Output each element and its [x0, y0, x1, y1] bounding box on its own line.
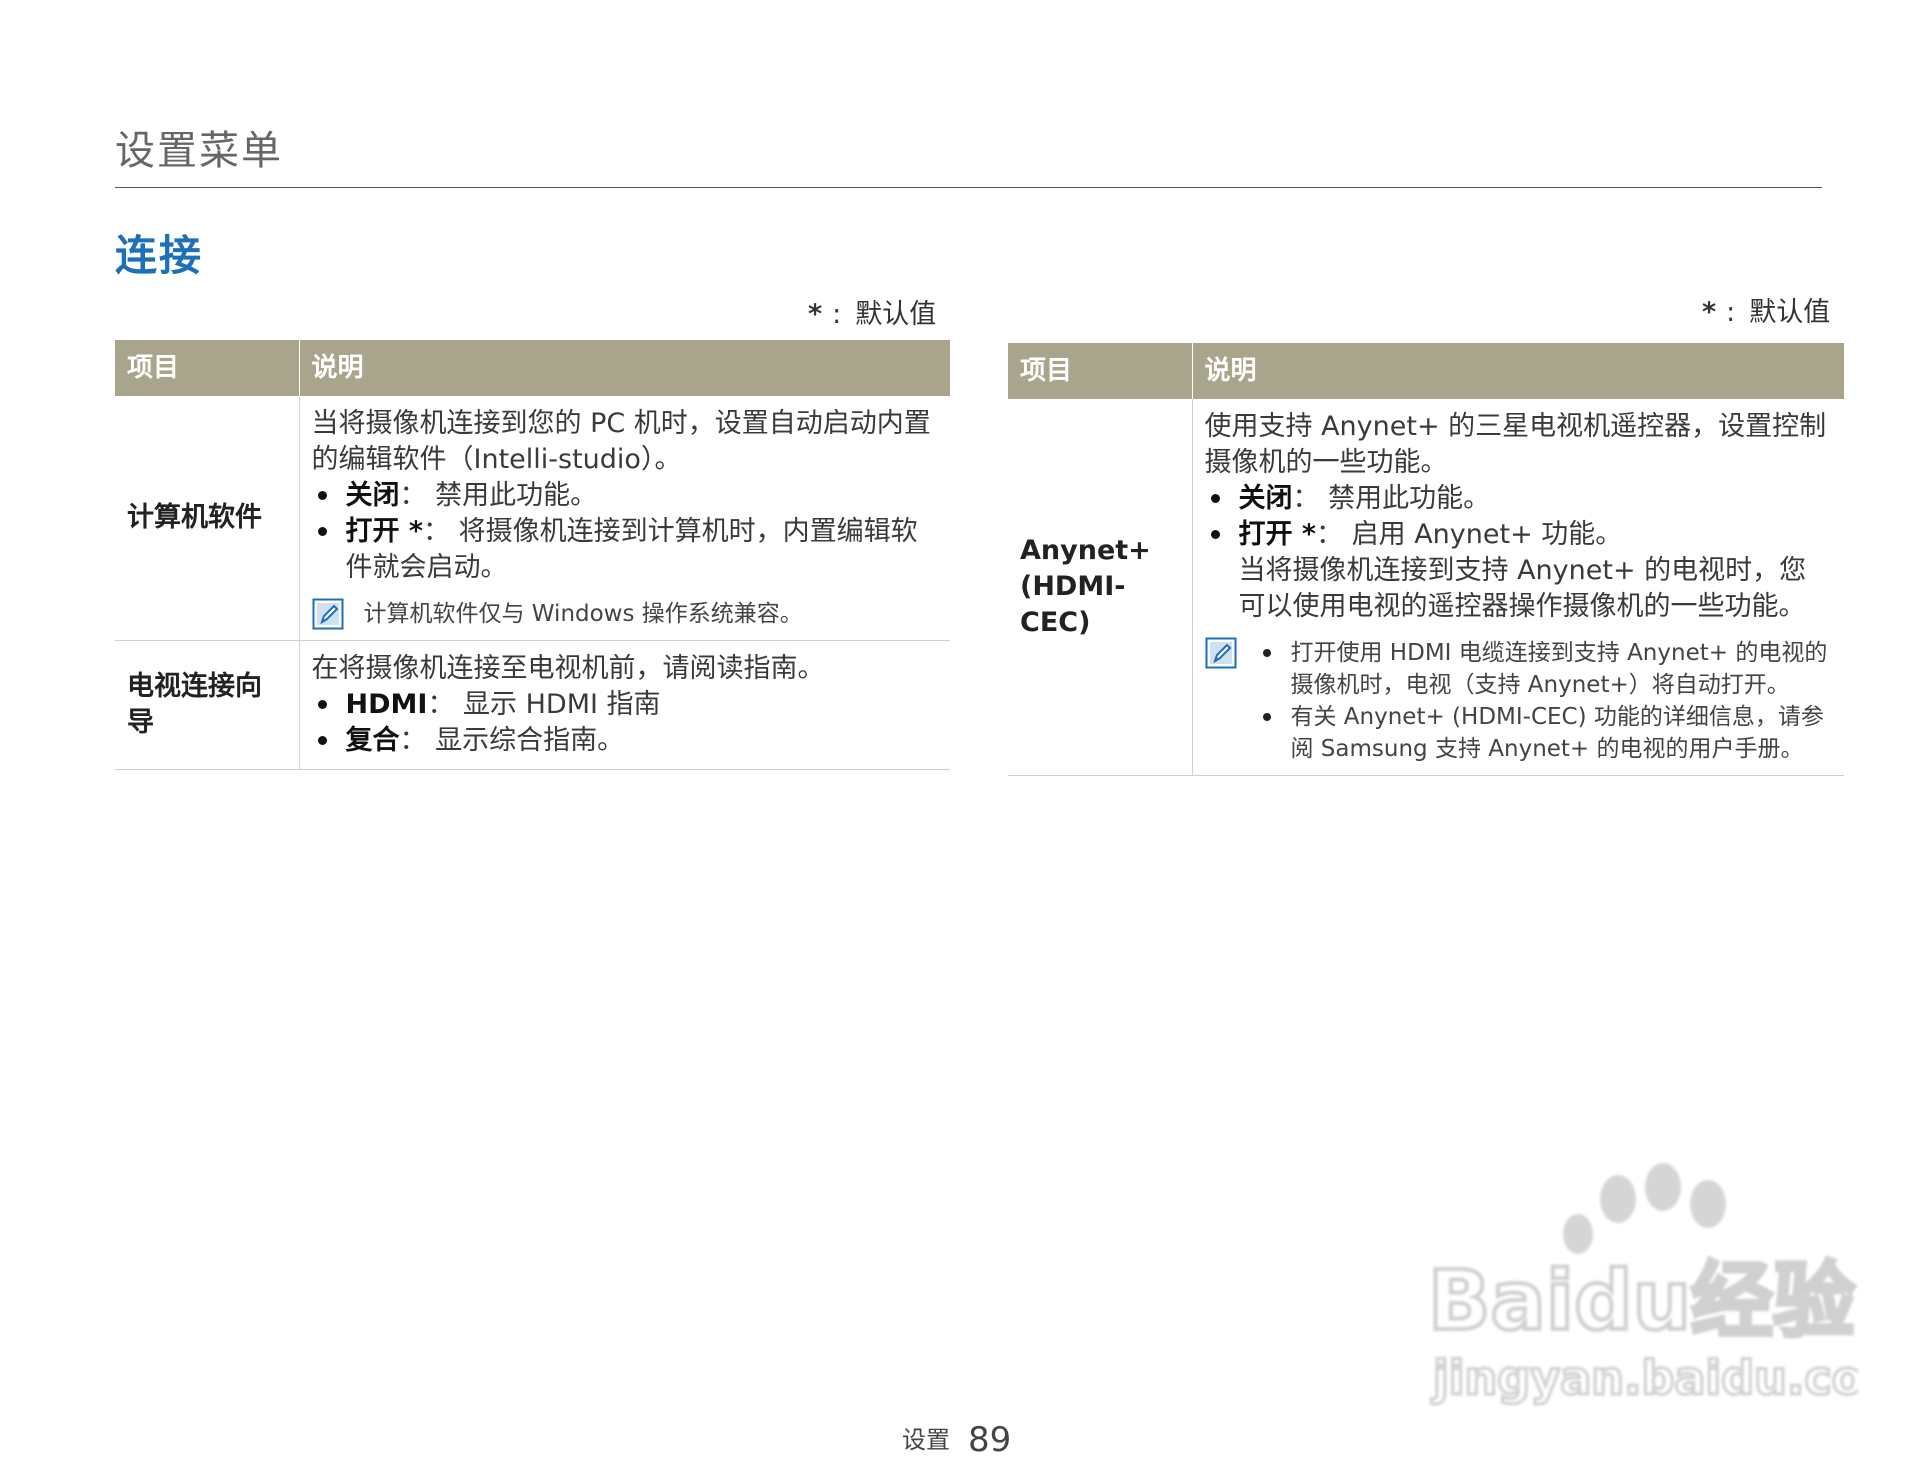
option-label: 打开 * — [1238, 519, 1317, 550]
option-text: ： 启用 Anynet+ 功能。 — [1316, 519, 1623, 550]
option-bullet: 打开 *： 启用 Anynet+ 功能。 — [1205, 517, 1833, 553]
option-label: 关闭 — [345, 480, 400, 511]
table-row: 计算机软件 当将摄像机连接到您的 PC 机时，设置自动启动内置的编辑软件（Int… — [115, 396, 950, 641]
option-label: 关闭 — [1238, 483, 1293, 514]
note-pencil-icon — [312, 598, 344, 630]
option-label: 打开 * — [345, 516, 424, 547]
settings-table-left: 项目 说明 计算机软件 当将摄像机连接到您的 PC 机时，设置自动启动内置的编辑… — [115, 340, 950, 770]
option-label: 复合 — [345, 725, 400, 756]
row-item-tv-connection-guide: 电视连接向导 — [115, 640, 300, 770]
option-text: ： 显示 HDMI 指南 — [427, 689, 661, 720]
baidu-jingyan-watermark: Baidu经验 jingyan.baidu.com — [1426, 1163, 1858, 1407]
option-continuation: 当将摄像机连接到支持 Anynet+ 的电视时，您可以使用电视的遥控器操作摄像机… — [1238, 555, 1807, 622]
option-bullet: HDMI： 显示 HDMI 指南 — [312, 687, 939, 723]
option-text: ： 禁用此功能。 — [399, 480, 598, 511]
row-item-anynet: Anynet+ (HDMI-CEC) — [1008, 399, 1193, 776]
note-pencil-icon — [1205, 637, 1237, 669]
footer-label: 设置 — [902, 1426, 950, 1454]
table-header-row: 项目 说明 — [1008, 343, 1844, 399]
column-header-item: 项目 — [115, 340, 299, 396]
item-name-line1: Anynet+ — [1020, 535, 1151, 566]
option-text: ： 显示综合指南。 — [399, 725, 625, 756]
page-number: 89 — [968, 1420, 1012, 1460]
row-item-computer-software: 计算机软件 — [115, 396, 300, 641]
option-label: HDMI — [345, 689, 428, 720]
column-header-description: 说明 — [1191, 343, 1844, 399]
settings-table-right: 项目 说明 Anynet+ (HDMI-CEC) 使用支持 Anynet+ 的三… — [1008, 343, 1844, 776]
description-intro: 使用支持 Anynet+ 的三星电视机遥控器，设置控制摄像机的一些功能。 — [1204, 411, 1827, 478]
option-text: ： 将摄像机连接到计算机时，内置编辑软件就会启动。 — [345, 516, 918, 583]
option-bullet: 关闭： 禁用此功能。 — [1205, 481, 1833, 517]
paw-logo-icon — [1563, 1163, 1726, 1254]
table-row: 电视连接向导 在将摄像机连接至电视机前，请阅读指南。 HDMI： 显示 HDMI… — [115, 640, 950, 770]
description-intro: 当将摄像机连接到您的 PC 机时，设置自动启动内置的编辑软件（Intelli-s… — [311, 408, 931, 475]
row-description: 使用支持 Anynet+ 的三星电视机遥控器，设置控制摄像机的一些功能。 关闭：… — [1192, 399, 1844, 776]
table-row: Anynet+ (HDMI-CEC) 使用支持 Anynet+ 的三星电视机遥控… — [1008, 399, 1844, 776]
note-item: 有关 Anynet+ (HDMI-CEC) 功能的详细信息，请参阅 Samsun… — [1257, 701, 1833, 765]
row-description: 当将摄像机连接到您的 PC 机时，设置自动启动内置的编辑软件（Intelli-s… — [299, 396, 950, 641]
option-bullet: 关闭： 禁用此功能。 — [312, 478, 939, 514]
page-footer: 设置 89 — [902, 1420, 1011, 1460]
default-text: 默认值 — [855, 299, 937, 330]
default-colon: : — [1726, 297, 1736, 328]
default-text: 默认值 — [1749, 297, 1831, 328]
default-star: * — [1702, 297, 1717, 328]
watermark-main-text: Baidu经验 — [1428, 1254, 1855, 1349]
column-header-description: 说明 — [298, 340, 950, 396]
option-bullet: 打开 *： 将摄像机连接到计算机时，内置编辑软件就会启动。 — [312, 514, 939, 586]
row-description: 在将摄像机连接至电视机前，请阅读指南。 HDMI： 显示 HDMI 指南 复合：… — [299, 640, 950, 770]
note-list: 打开使用 HDMI 电缆连接到支持 Anynet+ 的电视的摄像机时，电视（支持… — [1257, 637, 1833, 765]
section-title: 设置菜单 — [115, 128, 283, 174]
default-star: * — [808, 299, 823, 330]
page-subtitle: 连接 — [115, 231, 204, 280]
default-colon: : — [832, 299, 842, 330]
option-bullet: 复合： 显示综合指南。 — [312, 723, 939, 759]
table-header-row: 项目 说明 — [115, 340, 950, 396]
note-box: 计算机软件仅与 Windows 操作系统兼容。 — [312, 598, 939, 630]
note-text: 计算机软件仅与 Windows 操作系统兼容。 — [363, 601, 803, 627]
column-header-item: 项目 — [1008, 343, 1192, 399]
default-value-note-left: *: 默认值 — [808, 292, 936, 331]
note-item: 打开使用 HDMI 电缆连接到支持 Anynet+ 的电视的摄像机时，电视（支持… — [1257, 637, 1833, 701]
option-text: ： 禁用此功能。 — [1292, 483, 1491, 514]
default-value-note-right: *: 默认值 — [1702, 290, 1830, 329]
title-divider — [115, 187, 1822, 188]
description-intro: 在将摄像机连接至电视机前，请阅读指南。 — [311, 653, 825, 684]
item-name-line2: (HDMI-CEC) — [1020, 571, 1126, 638]
watermark-url-text: jingyan.baidu.com — [1431, 1351, 1858, 1405]
note-box: 打开使用 HDMI 电缆连接到支持 Anynet+ 的电视的摄像机时，电视（支持… — [1205, 637, 1833, 765]
